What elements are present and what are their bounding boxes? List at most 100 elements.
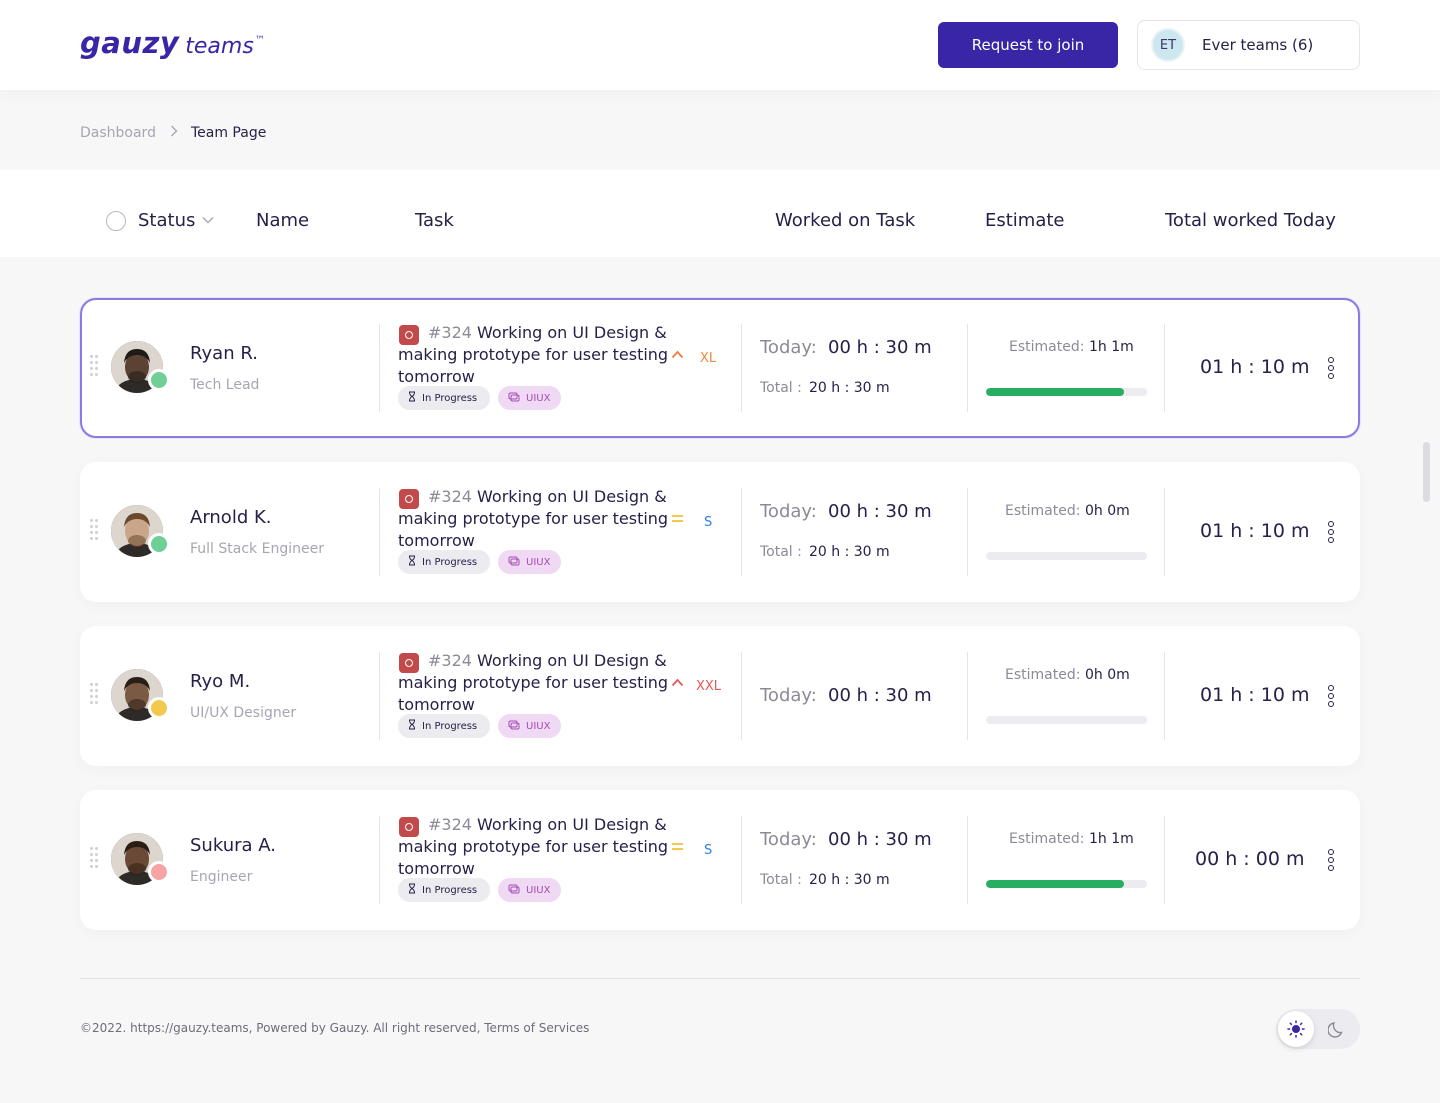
estimated-label: Estimated: <box>1009 339 1085 355</box>
member-role: Engineer <box>190 869 253 885</box>
column-task: Task <box>415 210 454 231</box>
column-divider <box>1164 816 1165 904</box>
more-options-icon[interactable] <box>1328 849 1334 871</box>
top-header: gauzy teams ™ Request to join ET Ever te… <box>0 0 1440 90</box>
team-selector[interactable]: ET Ever teams (6) <box>1137 20 1360 70</box>
column-divider <box>967 488 968 576</box>
more-options-icon[interactable] <box>1328 685 1334 707</box>
task-label-chip[interactable]: UIUX <box>498 386 561 410</box>
chevron-down-icon[interactable] <box>202 213 214 227</box>
today-label: Today: <box>760 501 817 522</box>
theme-toggle[interactable] <box>1276 1009 1360 1049</box>
drag-handle-icon[interactable] <box>90 519 98 540</box>
equals-icon <box>671 512 684 527</box>
today-label: Today: <box>760 337 817 358</box>
task-label-chip[interactable]: UIUX <box>498 878 561 902</box>
equals-icon <box>671 840 684 855</box>
total-worked-value: 20 h : 30 m <box>809 872 890 888</box>
column-divider <box>967 324 968 412</box>
estimate-progress-fill <box>986 880 1125 888</box>
member-card[interactable]: Arnold K. Full Stack Engineer #324 Worki… <box>80 462 1360 602</box>
task-status-chip[interactable]: In Progress <box>398 878 490 902</box>
estimate-progress-bar <box>986 552 1147 560</box>
column-name: Name <box>256 210 310 231</box>
hourglass-icon <box>408 391 416 405</box>
member-name[interactable]: Ryo M. <box>190 671 250 692</box>
column-divider <box>1164 652 1165 740</box>
task-size-badge: XXL <box>696 679 722 694</box>
footer-divider <box>80 978 1360 979</box>
logo-trademark: ™ <box>254 35 265 46</box>
column-total-worked-today: Total worked Today <box>1165 210 1336 231</box>
moon-icon[interactable] <box>1326 1018 1348 1040</box>
column-divider <box>741 652 742 740</box>
member-name[interactable]: Sukura A. <box>190 835 276 856</box>
estimate-progress-bar <box>986 716 1147 724</box>
more-options-icon[interactable] <box>1328 521 1334 543</box>
breadcrumb-current: Team Page <box>190 125 267 141</box>
column-divider <box>379 652 380 740</box>
column-divider <box>1164 324 1165 412</box>
team-name: Ever teams (6) <box>1202 36 1314 54</box>
task-status-chip[interactable]: In Progress <box>398 550 490 574</box>
member-card[interactable]: Ryan R. Tech Lead #324 Working on UI Des… <box>80 298 1360 438</box>
team-avatar: ET <box>1151 28 1185 62</box>
sun-icon[interactable] <box>1278 1011 1314 1047</box>
column-divider <box>967 816 968 904</box>
estimated-label: Estimated: <box>1005 503 1081 519</box>
drag-handle-icon[interactable] <box>90 847 98 868</box>
chevron-right-icon <box>170 125 178 141</box>
task-number: #324 <box>428 815 472 834</box>
member-role: Full Stack Engineer <box>190 541 324 557</box>
today-worked-value: 00 h : 30 m <box>828 337 932 358</box>
estimate-progress-bar <box>986 880 1147 888</box>
gauzy-teams-logo[interactable]: gauzy teams ™ <box>80 26 265 60</box>
member-name[interactable]: Arnold K. <box>190 507 272 528</box>
total-worked-today: 01 h : 10 m <box>1200 520 1310 542</box>
drag-handle-icon[interactable] <box>90 683 98 704</box>
task-label-chip[interactable]: UIUX <box>498 550 561 574</box>
logo-main-text: gauzy <box>80 26 180 60</box>
estimated-value[interactable]: 0h 0m <box>1085 667 1130 683</box>
select-all-radio[interactable] <box>106 211 126 231</box>
today-worked-value: 00 h : 30 m <box>828 685 932 706</box>
column-status[interactable]: Status <box>138 210 195 231</box>
task-status-label: In Progress <box>422 720 478 732</box>
logo-sub-text: teams <box>185 34 254 59</box>
hourglass-icon <box>408 555 416 569</box>
status-indicator <box>148 533 170 555</box>
estimate-progress-fill <box>986 388 1125 396</box>
request-to-join-button[interactable]: Request to join <box>938 22 1118 68</box>
member-card[interactable]: Sukura A. Engineer #324 Working on UI De… <box>80 790 1360 930</box>
total-worked-value: 20 h : 30 m <box>809 380 890 396</box>
breadcrumb-dashboard-link[interactable]: Dashboard <box>80 125 156 141</box>
member-name[interactable]: Ryan R. <box>190 343 258 364</box>
estimated-value[interactable]: 1h 1m <box>1089 339 1134 355</box>
task-status-chip[interactable]: In Progress <box>398 386 490 410</box>
chevron-up-icon <box>671 348 684 363</box>
more-options-icon[interactable] <box>1328 357 1334 379</box>
page-scrollbar[interactable] <box>1423 442 1430 502</box>
drag-handle-icon[interactable] <box>90 355 98 376</box>
estimated-value[interactable]: 1h 1m <box>1089 831 1134 847</box>
task-status-chip[interactable]: In Progress <box>398 714 490 738</box>
column-divider <box>379 488 380 576</box>
column-divider <box>741 488 742 576</box>
column-divider <box>967 652 968 740</box>
task-label-chip[interactable]: UIUX <box>498 714 561 738</box>
total-worked-today: 01 h : 10 m <box>1200 684 1310 706</box>
breadcrumb: Dashboard Team Page <box>80 125 266 141</box>
status-indicator <box>148 861 170 883</box>
task-size-badge: S <box>704 843 713 858</box>
total-worked-value: 20 h : 30 m <box>809 544 890 560</box>
task-label-text: UIUX <box>526 720 551 732</box>
member-card[interactable]: Ryo M. UI/UX Designer #324 Working on UI… <box>80 626 1360 766</box>
task-status-label: In Progress <box>422 392 478 404</box>
member-role: Tech Lead <box>190 377 260 393</box>
chevron-up-icon <box>671 676 684 691</box>
estimated-label: Estimated: <box>1009 831 1085 847</box>
task-size-badge: XL <box>700 351 717 366</box>
today-worked-value: 00 h : 30 m <box>828 501 932 522</box>
estimated-value[interactable]: 0h 0m <box>1085 503 1130 519</box>
column-divider <box>379 816 380 904</box>
